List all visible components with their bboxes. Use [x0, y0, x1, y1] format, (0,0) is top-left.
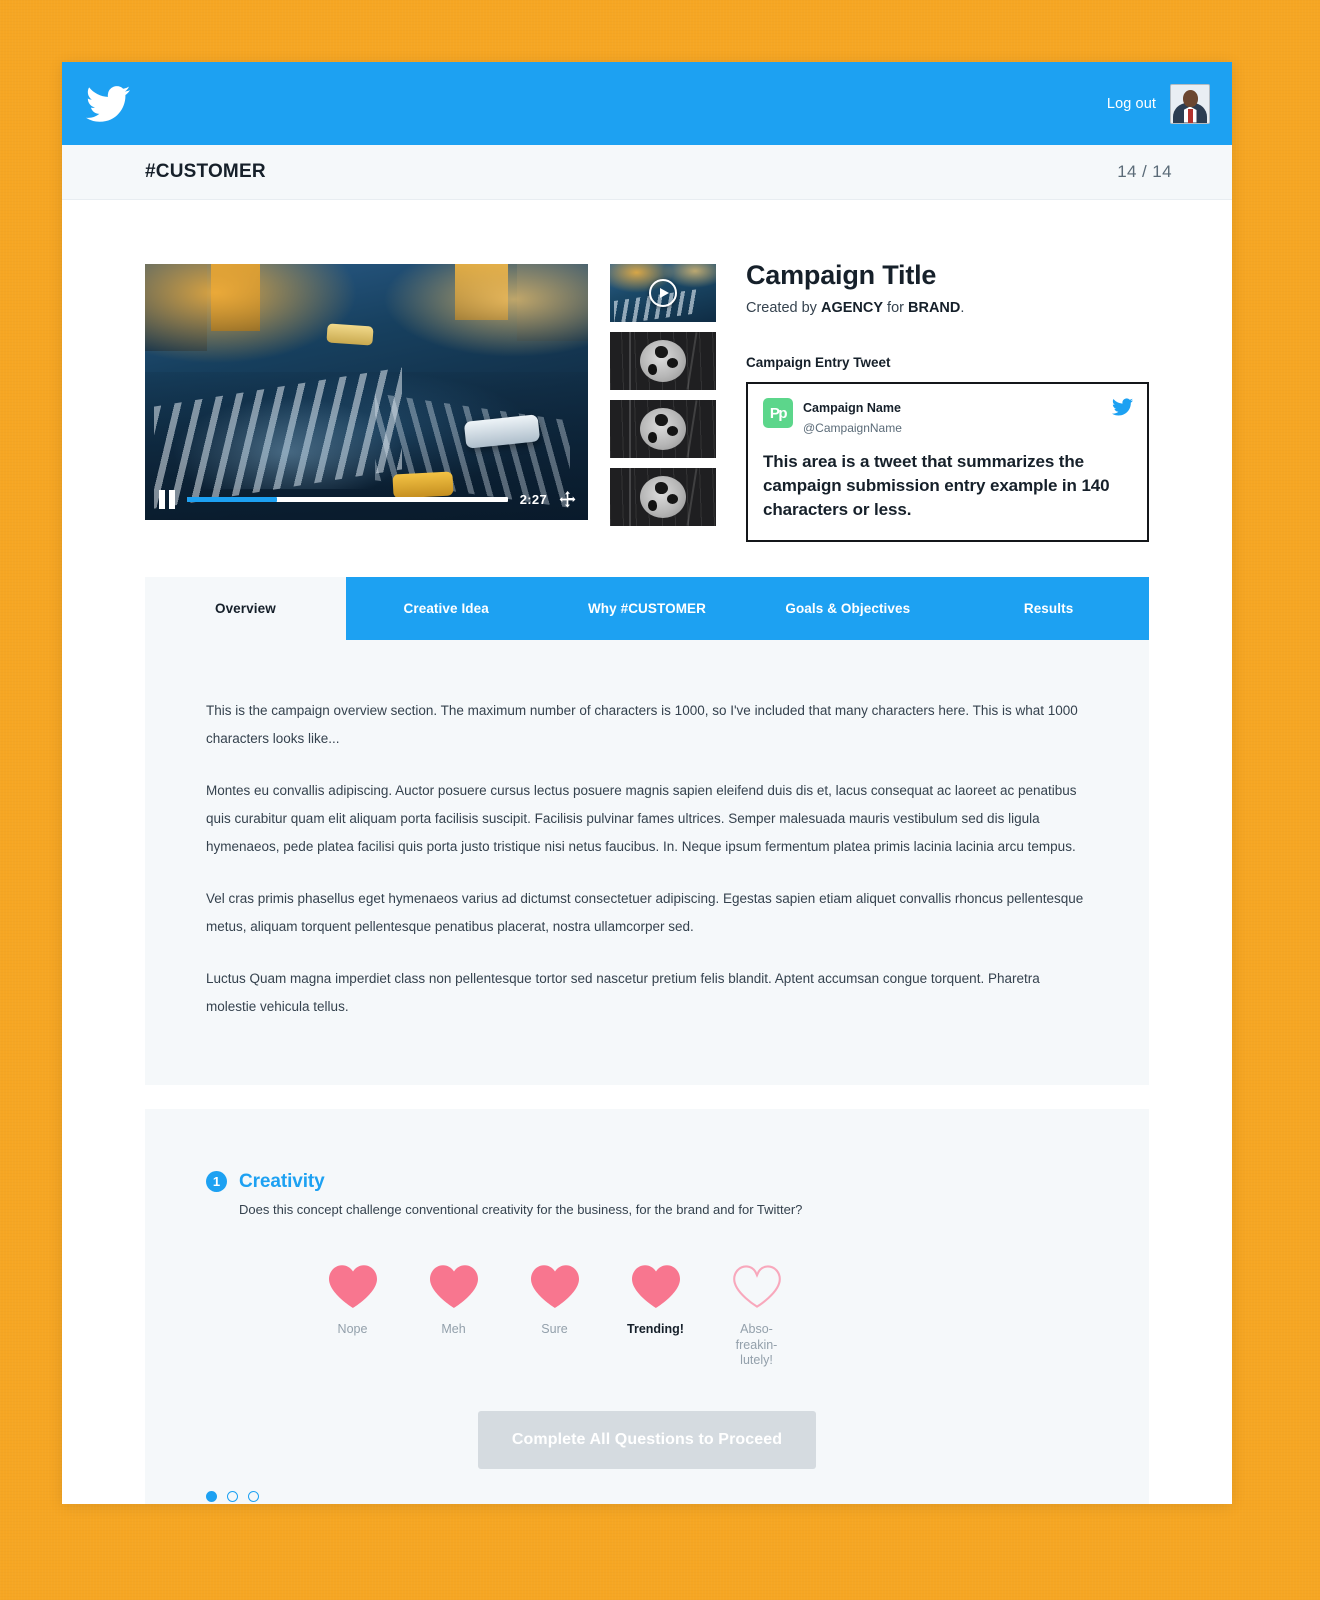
- tab-why-customer[interactable]: Why #CUSTOMER: [547, 577, 748, 640]
- pause-icon[interactable]: [159, 489, 175, 509]
- rating-option-nope[interactable]: Nope: [324, 1265, 382, 1369]
- overview-paragraph: This is the campaign overview section. T…: [206, 703, 1078, 747]
- heart-icon: [631, 1265, 680, 1308]
- tab-bar: Overview Creative Idea Why #CUSTOMER Goa…: [145, 577, 1149, 641]
- progress-played: [187, 496, 277, 502]
- rating-option-sure[interactable]: Sure: [526, 1265, 584, 1369]
- tweet-header: Pp Campaign Name @CampaignName: [763, 398, 1131, 437]
- tweet-identity: Campaign Name @CampaignName: [803, 398, 902, 437]
- question-title: Creativity: [239, 1170, 325, 1192]
- credits-brand: BRAND: [908, 300, 961, 316]
- video-time: 2:27: [519, 491, 547, 507]
- overview-paragraph: Luctus Quam magna imperdiet class non pe…: [206, 970, 1040, 1014]
- thumbnail-1[interactable]: [610, 264, 716, 322]
- content-area: 2:27 Campaign Title Created by AGENCY fo…: [62, 200, 1232, 1504]
- credits-suffix: .: [960, 300, 965, 316]
- campaign-title: Campaign Title: [746, 260, 937, 290]
- avatar-head: [1182, 89, 1198, 107]
- rating-option-meh[interactable]: Meh: [425, 1265, 483, 1369]
- thumbnail-3[interactable]: [610, 400, 716, 458]
- rating-option-abso-freakin-lutely[interactable]: Abso-freakin-lutely!: [728, 1265, 786, 1369]
- heart-icon: [429, 1265, 478, 1308]
- twitter-bird-icon[interactable]: [86, 85, 130, 123]
- rating-label: Meh: [441, 1321, 466, 1336]
- pagination-dot-2[interactable]: [227, 1491, 238, 1503]
- pagination-dots: [206, 1491, 1088, 1503]
- overview-paragraph: Montes eu convallis adipiscing. Auctor p…: [206, 783, 1077, 855]
- credits-middle: for: [883, 300, 908, 316]
- question-number: 1: [206, 1171, 227, 1193]
- sub-header: #CUSTOMER 14 / 14: [62, 145, 1232, 200]
- campaign-info: Campaign Title Created by AGENCY for BRA…: [738, 260, 1149, 543]
- tab-creative-idea[interactable]: Creative Idea: [346, 577, 547, 640]
- proceed-button[interactable]: Complete All Questions to Proceed: [478, 1411, 816, 1470]
- tab-goals-objectives[interactable]: Goals & Objectives: [747, 577, 948, 640]
- video-player[interactable]: 2:27: [145, 264, 588, 520]
- rating-option-trending[interactable]: Trending!: [627, 1265, 685, 1369]
- heart-outline-icon: [732, 1265, 781, 1308]
- tabs-panel: Overview Creative Idea Why #CUSTOMER Goa…: [145, 577, 1149, 1085]
- rating-label: Trending!: [627, 1321, 684, 1336]
- media-row: 2:27 Campaign Title Created by AGENCY fo…: [145, 200, 1149, 543]
- tab-overview[interactable]: Overview: [145, 577, 346, 641]
- thumbnail-4[interactable]: [610, 468, 716, 526]
- tweet-body: This area is a tweet that summarizes the…: [763, 452, 1110, 520]
- app-window: Log out #CUSTOMER 14 / 14 2:27 Campaign …: [62, 62, 1232, 1504]
- page-title: #CUSTOMER: [145, 161, 266, 182]
- entry-tweet-label: Campaign Entry Tweet: [746, 355, 891, 370]
- tweet-avatar: Pp: [763, 398, 793, 428]
- credits-prefix: Created by: [746, 300, 821, 316]
- entry-tweet-card: Pp Campaign Name @CampaignName This area…: [746, 382, 1149, 543]
- entry-counter: 14 / 14: [1117, 162, 1172, 181]
- rating-label: Nope: [337, 1321, 368, 1336]
- play-icon[interactable]: [649, 279, 677, 307]
- tweet-handle: @CampaignName: [803, 420, 902, 435]
- credits-agency: AGENCY: [820, 300, 884, 316]
- rating-scale: Nope Meh Sure Trending! Abso-freakin-lut…: [206, 1265, 1088, 1369]
- question-header: 1 Creativity: [206, 1171, 1088, 1193]
- heart-icon: [328, 1265, 377, 1308]
- pagination-dot-3[interactable]: [248, 1491, 259, 1503]
- heart-icon: [530, 1265, 579, 1308]
- move-expand-icon[interactable]: [559, 490, 576, 508]
- progress-scrubber[interactable]: [187, 496, 508, 502]
- overview-content: This is the campaign overview section. T…: [145, 640, 1149, 1084]
- thumbnail-2[interactable]: [610, 332, 716, 390]
- avatar-tie: [1187, 108, 1193, 123]
- thumbnail-list: [610, 264, 716, 542]
- cta-wrapper: Complete All Questions to Proceed: [206, 1411, 1088, 1470]
- question-text: Does this concept challenge conventional…: [239, 1201, 803, 1217]
- logout-button[interactable]: Log out: [1107, 96, 1156, 112]
- top-bar: Log out: [62, 62, 1232, 145]
- overview-paragraph: Vel cras primis phasellus eget hymenaeos…: [206, 891, 1084, 935]
- avatar[interactable]: [1170, 83, 1210, 124]
- rating-label: Abso-freakin-lutely!: [735, 1321, 778, 1368]
- tweet-display-name: Campaign Name: [803, 401, 901, 415]
- twitter-bird-icon: [1112, 398, 1133, 416]
- tab-results[interactable]: Results: [948, 577, 1149, 640]
- question-panel: 1 Creativity Does this concept challenge…: [145, 1108, 1149, 1504]
- pagination-dot-1[interactable]: [206, 1491, 217, 1503]
- top-bar-right: Log out: [1107, 83, 1210, 124]
- rating-label: Sure: [541, 1321, 568, 1336]
- player-controls: 2:27: [145, 478, 588, 520]
- campaign-credits: Created by AGENCY for BRAND.: [746, 300, 1149, 316]
